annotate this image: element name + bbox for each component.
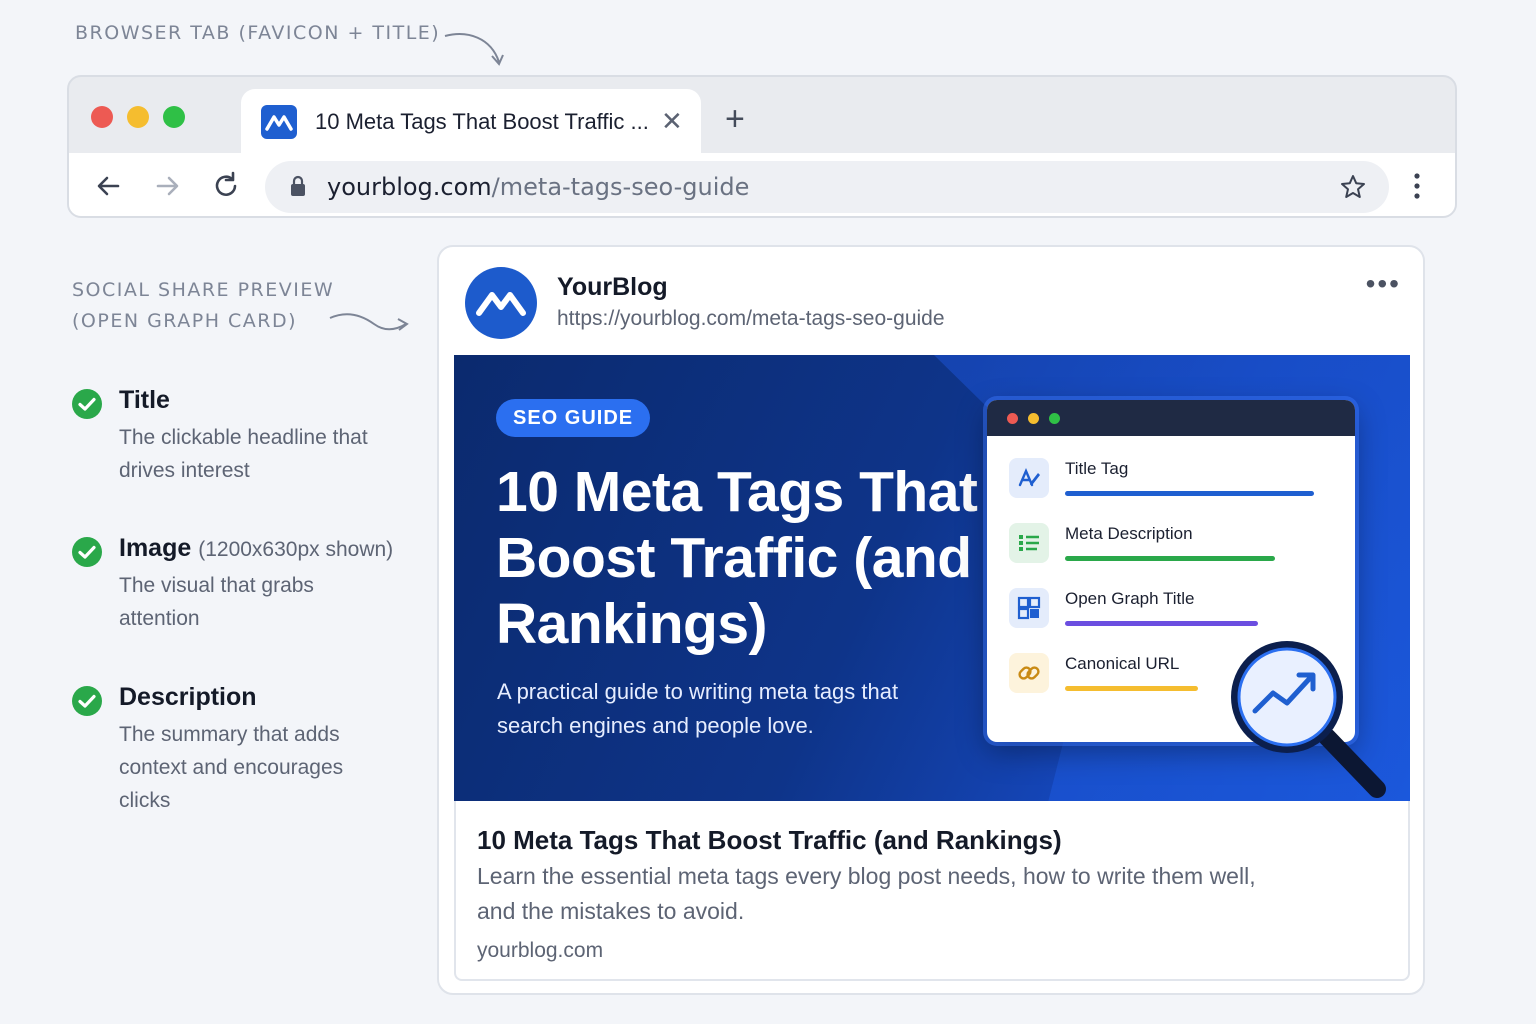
list-icon	[1009, 523, 1049, 563]
note-description: The summary that adds context and encour…	[119, 723, 344, 812]
social-preview-annotation-line1: SOCIAL SHARE PREVIEW	[72, 279, 335, 301]
tab-close-icon[interactable]: ✕	[661, 106, 683, 136]
checklist-label: Title Tag	[1065, 459, 1129, 478]
checklist-label: Meta Description	[1065, 524, 1193, 543]
brand-url[interactable]: https://yourblog.com/meta-tags-seo-guide	[557, 307, 945, 331]
progress-line	[1065, 686, 1198, 691]
check-icon	[72, 389, 102, 419]
browser-tab-annotation: BROWSER TAB (FAVICON + TITLE)	[75, 22, 441, 44]
hero-subtitle: A practical guide to writing meta tags t…	[497, 679, 899, 738]
brand-avatar	[465, 267, 537, 339]
close-window-button[interactable]	[91, 106, 113, 128]
checklist-item: Meta Description	[1009, 523, 1329, 567]
card-domain: yourblog.com	[477, 939, 604, 962]
forward-arrow-icon[interactable]	[152, 171, 182, 201]
star-icon[interactable]	[1339, 173, 1367, 201]
social-preview-annotation-line2: (OPEN GRAPH CARD)	[72, 310, 298, 332]
checklist-label: Open Graph Title	[1065, 589, 1195, 608]
curved-arrow-icon	[444, 33, 504, 66]
url-text: yourblog.com/meta-tags-seo-guide	[327, 173, 749, 201]
address-bar[interactable]: yourblog.com/meta-tags-seo-guide	[265, 161, 1389, 213]
wavy-arrow-icon	[329, 313, 409, 331]
check-icon	[72, 537, 102, 567]
url-path: /meta-tags-seo-guide	[491, 173, 750, 201]
minimize-window-button[interactable]	[127, 106, 149, 128]
note-heading-text: Title	[119, 386, 170, 414]
favicon-icon	[261, 105, 297, 139]
progress-line	[1065, 556, 1275, 561]
link-icon	[1009, 653, 1049, 693]
checklist-item: Title Tag	[1009, 458, 1329, 502]
note-heading: Title	[119, 386, 170, 415]
title-tag-icon	[1009, 458, 1049, 498]
category-badge: SEO GUIDE	[496, 399, 651, 437]
progress-line	[1065, 491, 1314, 496]
hero-title: 10 Meta Tags That Boost Traffic (and Ran…	[496, 460, 978, 656]
card-title[interactable]: 10 Meta Tags That Boost Traffic (and Ran…	[477, 825, 1062, 856]
window-titlebar	[987, 400, 1355, 436]
grid-icon	[1009, 588, 1049, 628]
yellow-dot	[1028, 413, 1039, 424]
social-preview-annotation: SOCIAL SHARE PREVIEW (OPEN GRAPH CARD)	[72, 275, 334, 337]
browser-tab[interactable]: 10 Meta Tags That Boost Traffic ... ✕	[241, 89, 701, 155]
url-host: yourblog.com	[327, 173, 492, 201]
back-arrow-icon[interactable]	[94, 171, 124, 201]
open-graph-card[interactable]: YourBlog https://yourblog.com/meta-tags-…	[437, 245, 1425, 995]
lock-icon	[291, 175, 305, 196]
menu-dots-icon[interactable]	[1411, 172, 1423, 202]
magnifier-trend-icon	[1231, 641, 1386, 798]
card-description: Learn the essential meta tags every blog…	[477, 863, 1256, 924]
browser-toolbar: yourblog.com/meta-tags-seo-guide	[69, 153, 1455, 216]
checklist-item: Open Graph Title	[1009, 588, 1329, 632]
note-heading-text: Description	[119, 683, 257, 711]
check-icon	[72, 686, 102, 716]
checklist-label: Canonical URL	[1065, 654, 1180, 673]
red-dot	[1007, 413, 1018, 424]
new-tab-button[interactable]: +	[725, 99, 745, 139]
note-description: The visual that grabs attention	[119, 574, 314, 630]
note-description: The clickable headline that drives inter…	[119, 426, 368, 482]
note-heading-extra: (1200x630px shown)	[198, 538, 394, 561]
og-image[interactable]: SEO GUIDE 10 Meta Tags That Boost Traffi…	[454, 355, 1410, 801]
tab-title: 10 Meta Tags That Boost Traffic ...	[315, 109, 649, 134]
note-heading: Image (1200x630px shown)	[119, 534, 393, 563]
maximize-window-button[interactable]	[163, 106, 185, 128]
note-heading: Description	[119, 683, 257, 712]
note-heading-text: Image	[119, 534, 192, 562]
green-dot	[1049, 413, 1060, 424]
brand-name[interactable]: YourBlog	[557, 273, 668, 302]
more-options-icon[interactable]: •••	[1366, 269, 1401, 299]
browser-window: 10 Meta Tags That Boost Traffic ... ✕ + …	[67, 75, 1457, 218]
progress-line	[1065, 621, 1258, 626]
reload-icon[interactable]	[211, 171, 241, 201]
